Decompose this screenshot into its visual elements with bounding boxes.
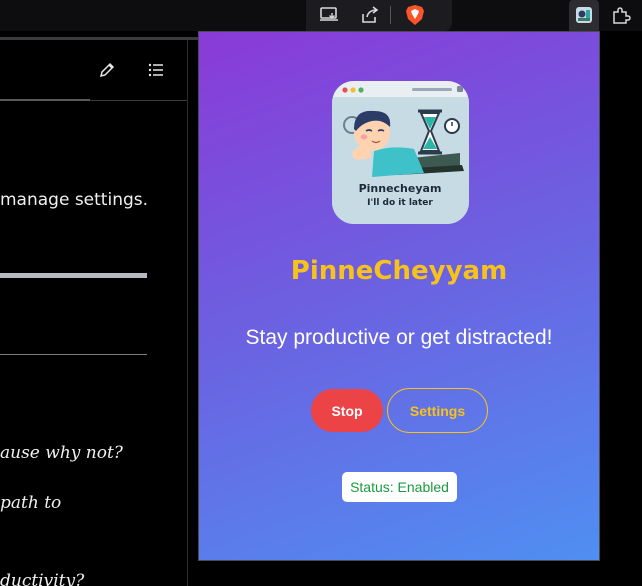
edit-pencil-icon[interactable] [94,57,120,83]
popup-tagline: Stay productive or get distracted! [245,326,553,349]
page-text-line: ductivity? [0,571,85,586]
status-badge: Status: Enabled [342,472,457,502]
brave-shields-icon[interactable] [402,3,428,27]
browser-toolbar [0,0,642,31]
extensions-puzzle-icon[interactable] [608,3,634,27]
underlying-page: manage settings. ause why not? path to d… [0,40,188,586]
app-logo: Pinnecheyam I'll do it later [332,81,469,224]
page-text-line: manage settings. [0,190,149,210]
table-of-contents-icon[interactable] [143,57,169,83]
share-icon[interactable] [357,3,383,27]
active-tab-underline [0,99,90,101]
logo-subtitle: I'll do it later [367,198,433,208]
stop-button[interactable]: Stop [311,389,383,432]
extension-pinecheyyam-icon[interactable] [571,3,597,27]
page-progress-bar [0,273,147,278]
page-text-line: path to [0,493,62,513]
page-text-line: ause why not? [0,443,123,463]
page-vertical-divider [187,40,188,586]
extension-popup: Pinnecheyam I'll do it later PinneCheyya… [198,31,600,561]
settings-button[interactable]: Settings [387,388,488,433]
logo-title: Pinnecheyam [359,182,442,195]
page-divider [0,354,147,355]
install-app-icon[interactable] [316,3,342,27]
toolbar-separator [390,6,391,24]
popup-title: PinneCheyyam [290,256,508,286]
